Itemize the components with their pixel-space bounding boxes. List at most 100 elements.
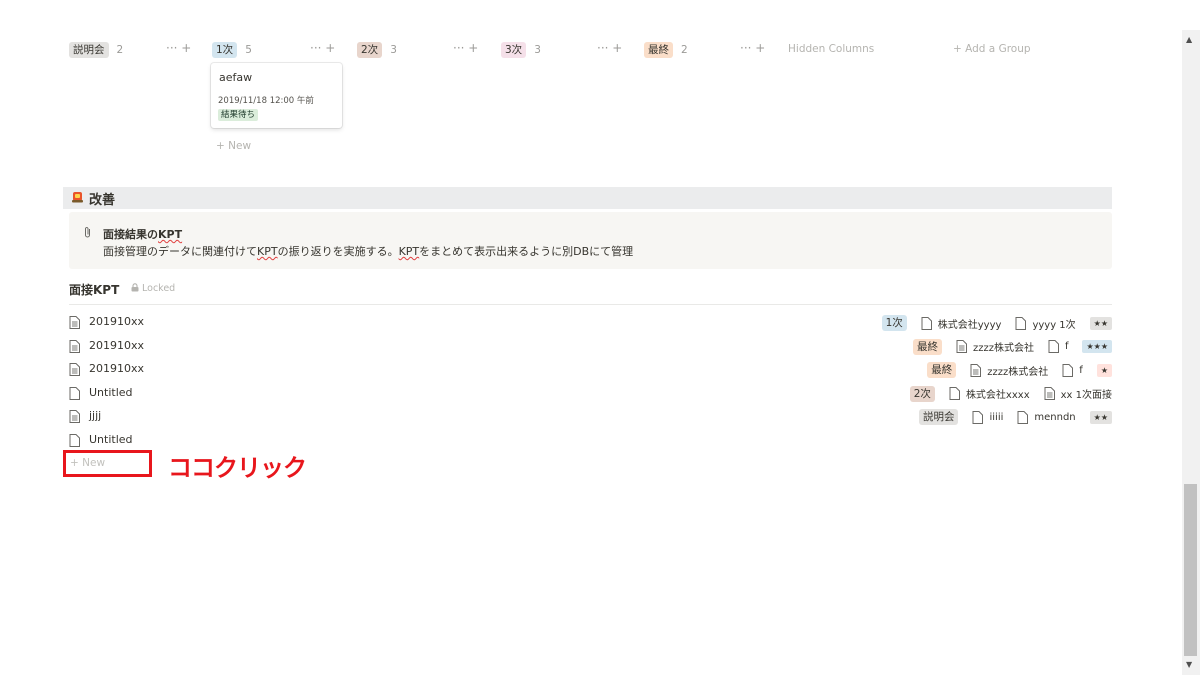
- group-options-add-button[interactable]: ··· +: [597, 41, 622, 55]
- group-options-add-button[interactable]: ··· +: [453, 41, 478, 55]
- callout-description: 面接管理のデータに関連付けてKPTの振り返りを実施する。KPTをまとめて表示出来…: [103, 245, 634, 258]
- card-date: 2019/11/18 12:00 午前: [218, 96, 314, 106]
- list-item-title: jjjj: [89, 409, 102, 422]
- list-item[interactable]: 201910xx 1次 株式会社yyyy yyyy 1次 ★★: [69, 312, 1112, 334]
- page-icon: [69, 363, 80, 376]
- group-options-add-button[interactable]: ··· +: [166, 41, 191, 55]
- page-icon: [69, 386, 80, 400]
- interview-relation[interactable]: yyyy 1次: [1015, 316, 1076, 331]
- group-options-add-button[interactable]: ··· +: [310, 41, 335, 55]
- page-icon: [1062, 363, 1074, 377]
- board-group-header[interactable]: 説明会 2: [69, 41, 123, 59]
- stage-tag: 1次: [881, 315, 907, 331]
- interview-relation[interactable]: f: [1062, 363, 1083, 377]
- group-tag: 最終: [644, 42, 673, 58]
- list-item[interactable]: Untitled 2次 株式会社xxxx xx 1次面接: [69, 383, 1112, 405]
- list-item[interactable]: 201910xx 最終 zzzz株式会社 f ★: [69, 359, 1112, 381]
- lock-indicator[interactable]: Locked: [131, 283, 175, 294]
- board-group-header[interactable]: 2次 3: [357, 41, 397, 59]
- list-item-title: 201910xx: [89, 362, 145, 375]
- list-item-properties: 説明会 iiiii menndn ★★: [905, 409, 1112, 425]
- company-name: iiiii: [989, 411, 1004, 423]
- section-title: 改善: [89, 192, 116, 208]
- page-icon: [1015, 316, 1027, 330]
- interview-name: f: [1064, 341, 1069, 352]
- group-count: 3: [534, 44, 541, 56]
- interview-name: xx 1次面接: [1060, 390, 1112, 401]
- callout-block: 面接結果のKPT 面接管理のデータに関連付けてKPTの振り返りを実施する。KPT…: [69, 212, 1112, 269]
- page-icon: [956, 340, 967, 353]
- rating-tag: ★: [1096, 363, 1112, 377]
- stage-tag: 説明会: [918, 409, 959, 425]
- list-item[interactable]: jjjj 説明会 iiiii menndn ★★: [69, 406, 1112, 428]
- interview-name: f: [1079, 364, 1083, 376]
- interview-relation[interactable]: xx 1次面接: [1044, 386, 1112, 401]
- list-item-title: 201910xx: [89, 338, 145, 352]
- rating-tag: ★★: [1089, 316, 1112, 330]
- group-options-add-button[interactable]: ··· +: [740, 41, 765, 55]
- list-item-title: Untitled: [89, 432, 133, 446]
- board-new-button[interactable]: + New: [216, 140, 251, 152]
- group-count: 3: [390, 44, 397, 56]
- annotation-label: ココクリック: [168, 454, 307, 482]
- list-item-title: Untitled: [89, 385, 133, 399]
- company-relation[interactable]: iiiii: [972, 410, 1004, 424]
- card-title: aefaw: [219, 71, 253, 84]
- add-group-button[interactable]: + Add a Group: [953, 43, 1031, 55]
- list-item-properties: 最終 zzzz株式会社 f ★★★: [899, 338, 1112, 355]
- group-count: 2: [681, 44, 688, 56]
- group-count: 5: [245, 44, 252, 56]
- stage-tag: 最終: [912, 338, 942, 355]
- group-tag: 3次: [501, 42, 527, 58]
- page-icon: [1017, 410, 1029, 424]
- interview-relation[interactable]: menndn: [1017, 410, 1076, 424]
- page-icon: [1044, 387, 1055, 400]
- board-group-header[interactable]: 1次 5: [212, 41, 252, 59]
- annotation-highlight-box: [63, 450, 152, 477]
- rating-tag: ★★: [1089, 410, 1112, 424]
- list-item-properties: 最終 zzzz株式会社 f ★: [913, 362, 1112, 378]
- database-title[interactable]: 面接KPT: [69, 281, 119, 298]
- stage-tag: 2次: [909, 385, 935, 402]
- company-name: zzzz株式会社: [972, 343, 1034, 354]
- scroll-up-arrow-icon[interactable]: ▲: [1186, 35, 1192, 44]
- company-relation[interactable]: zzzz株式会社: [956, 339, 1034, 354]
- page-icon: [69, 410, 80, 423]
- hidden-columns-label[interactable]: Hidden Columns: [788, 43, 874, 55]
- scroll-down-arrow-icon[interactable]: ▼: [1186, 660, 1192, 669]
- group-tag: 2次: [357, 42, 383, 58]
- list-item-title: 201910xx: [89, 315, 145, 328]
- company-relation[interactable]: 株式会社yyyy: [921, 316, 1002, 331]
- page-icon: [69, 339, 80, 353]
- page-icon: [972, 410, 984, 424]
- group-tag: 1次: [212, 42, 238, 58]
- lock-icon: [131, 283, 139, 292]
- rating-tag: ★★★: [1082, 340, 1112, 353]
- board-group-header[interactable]: 3次 3: [501, 41, 541, 59]
- section-heading: 改善: [63, 187, 1112, 209]
- interview-name: yyyy 1次: [1032, 319, 1076, 331]
- paperclip-icon: [83, 226, 92, 241]
- callout-title: 面接結果のKPT: [103, 228, 183, 241]
- company-relation[interactable]: zzzz株式会社: [970, 363, 1048, 378]
- list-item-properties: 2次 株式会社xxxx xx 1次面接: [896, 385, 1112, 402]
- board-group-header[interactable]: 最終 2: [644, 41, 688, 59]
- company-relation[interactable]: 株式会社xxxx: [949, 386, 1030, 401]
- page-icon: [69, 316, 80, 329]
- list-item-properties: 1次 株式会社yyyy yyyy 1次 ★★: [868, 315, 1112, 331]
- scrollbar-thumb[interactable]: [1184, 484, 1197, 656]
- group-tag: 説明会: [69, 42, 109, 58]
- page-icon: [949, 387, 960, 400]
- card-status-tag: 結果待ち: [218, 109, 259, 121]
- list-item[interactable]: 201910xx 最終 zzzz株式会社 f ★★★: [69, 336, 1112, 358]
- company-name: zzzz株式会社: [987, 366, 1049, 378]
- page-icon: [921, 316, 932, 330]
- company-name: 株式会社xxxx: [965, 390, 1030, 401]
- interview-relation[interactable]: f: [1048, 340, 1069, 353]
- board-card[interactable]: aefaw 2019/11/18 12:00 午前 結果待ち: [211, 63, 342, 128]
- group-count: 2: [116, 44, 124, 56]
- divider: [69, 304, 1112, 305]
- lamp-icon: [72, 191, 83, 206]
- stage-tag: 最終: [927, 362, 957, 378]
- company-name: 株式会社yyyy: [937, 319, 1002, 331]
